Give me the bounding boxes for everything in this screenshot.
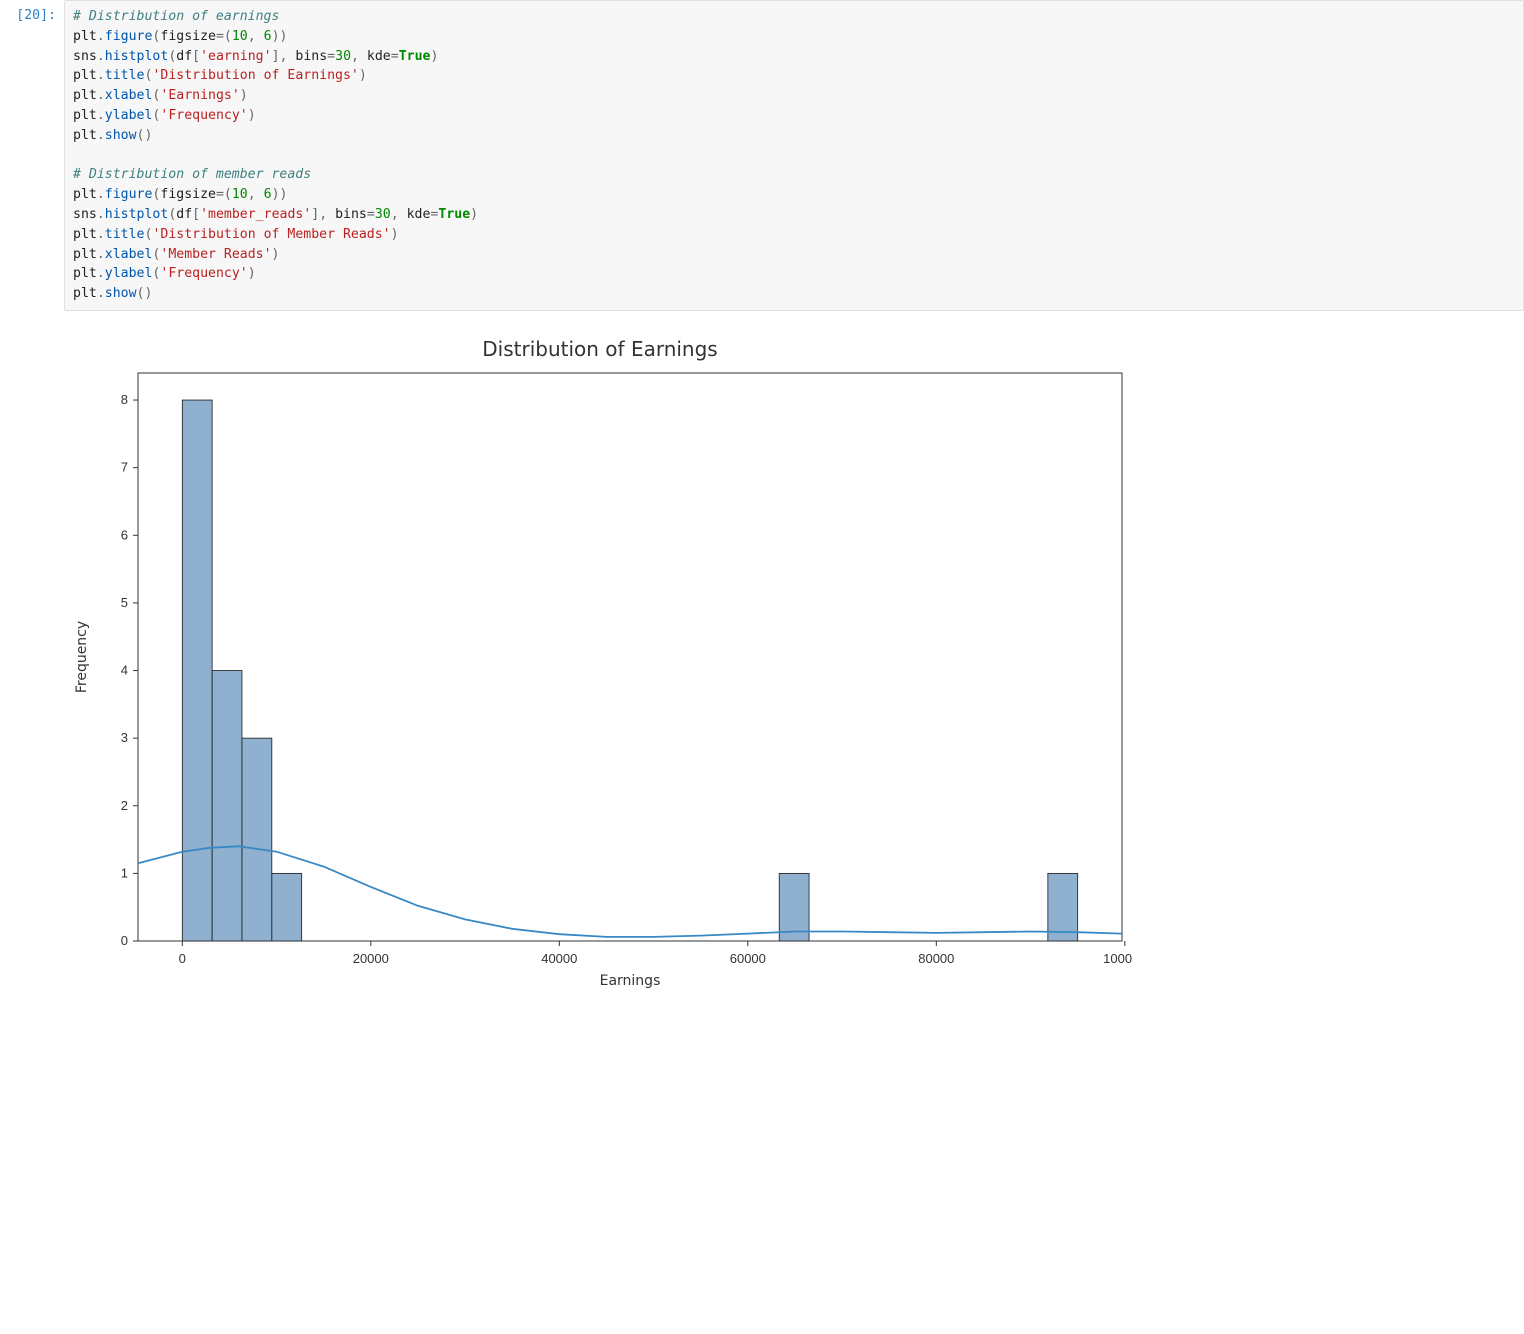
x-tick-label: 20000	[353, 951, 389, 966]
x-tick-label: 0	[179, 951, 186, 966]
x-tick-label: 60000	[730, 951, 766, 966]
x-axis-label: Earnings	[600, 973, 661, 989]
y-tick-label: 1	[121, 865, 128, 880]
plot-frame	[138, 373, 1122, 941]
y-tick-label: 0	[121, 933, 128, 948]
y-axis-label: Frequency	[74, 621, 90, 693]
y-tick-label: 6	[121, 527, 128, 542]
output-area: Distribution of Earnings 0 20000 40000 6000…	[64, 319, 1524, 1005]
y-tick-label: 8	[121, 392, 128, 407]
y-tick-label: 3	[121, 730, 128, 745]
output-prompt	[0, 319, 64, 1005]
y-tick-label: 4	[121, 662, 128, 677]
output-cell: Distribution of Earnings 0 20000 40000 6000…	[0, 319, 1524, 1005]
bar	[242, 738, 272, 941]
bar	[212, 670, 242, 940]
code-input[interactable]: # Distribution of earnings plt.figure(fi…	[64, 0, 1524, 311]
y-tick-label: 7	[121, 460, 128, 475]
y-tick-label: 5	[121, 595, 128, 610]
bar	[182, 400, 212, 941]
cell-prompt: [20]:	[0, 0, 64, 311]
code-cell: [20]: # Distribution of earnings plt.fig…	[0, 0, 1524, 311]
x-tick-label: 100000	[1103, 951, 1132, 966]
bar	[272, 873, 302, 941]
y-tick-label: 2	[121, 798, 128, 813]
chart-title: Distribution of Earnings	[68, 337, 1132, 361]
chart: Distribution of Earnings 0 20000 40000 6000…	[68, 337, 1132, 993]
x-tick-label: 80000	[918, 951, 954, 966]
chart-svg: 0 20000 40000 60000 80000 100000 0 1 2 3 4 5 6 7 8 Earn…	[68, 363, 1132, 993]
x-tick-label: 40000	[541, 951, 577, 966]
bar	[1048, 873, 1078, 941]
